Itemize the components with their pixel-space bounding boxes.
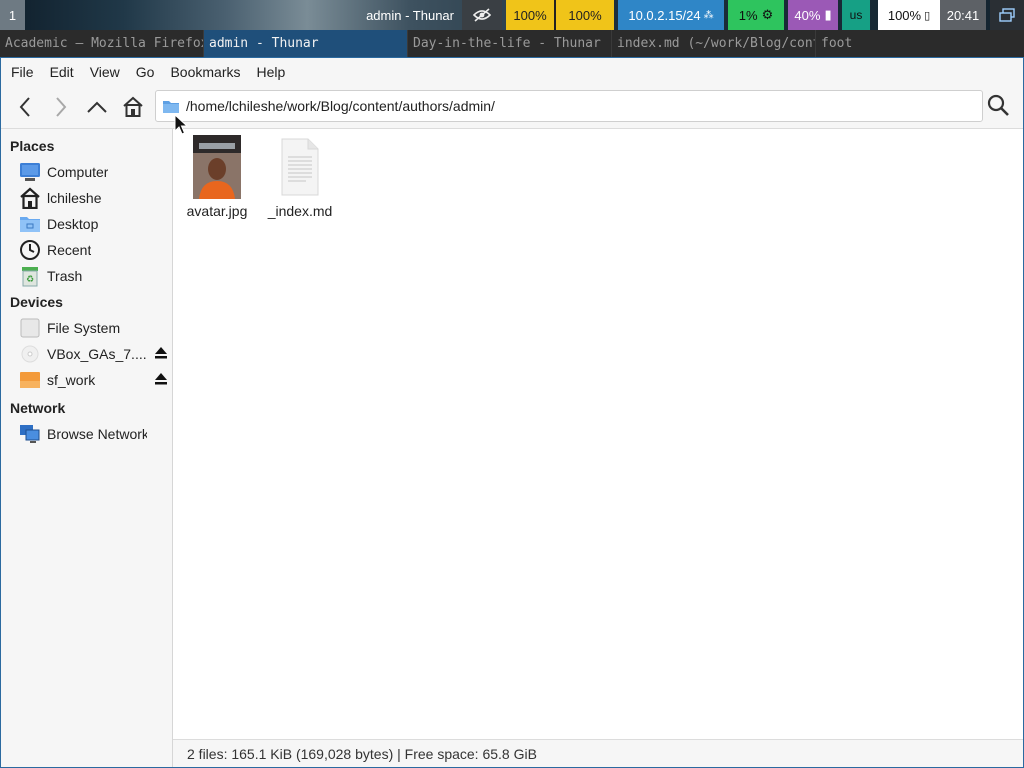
idle-inhibitor-icon[interactable] bbox=[462, 0, 502, 30]
sidebar-item-label: sf_work bbox=[47, 372, 96, 388]
window-switcher-icon[interactable] bbox=[990, 0, 1024, 30]
keyboard-layout-module[interactable]: us bbox=[842, 0, 870, 30]
back-button[interactable] bbox=[7, 89, 43, 125]
cpu-chip-icon: ⚙ bbox=[761, 7, 774, 22]
sidebar-item-label: Trash bbox=[47, 268, 83, 284]
file-view[interactable]: avatar.jpg _index.md bbox=[173, 129, 1023, 767]
status-line: 2 files: 165.1 KiB (169,028 bytes) | Fre… bbox=[173, 739, 1023, 767]
forward-arrow-icon bbox=[54, 96, 68, 118]
window-tab-thunar-admin[interactable]: admin - Thunar bbox=[204, 30, 408, 57]
memory-module[interactable]: 40% ▮ bbox=[788, 0, 838, 30]
memory-usage: 40% bbox=[794, 7, 821, 23]
file-item-avatar[interactable]: avatar.jpg bbox=[175, 135, 259, 219]
eject-icon[interactable] bbox=[154, 346, 168, 360]
home-button[interactable] bbox=[115, 89, 151, 125]
home-icon bbox=[122, 96, 144, 118]
sidebar-item-computer[interactable]: Computer bbox=[1, 159, 172, 185]
file-item-index-md[interactable]: _index.md bbox=[258, 135, 342, 219]
home-folder-icon bbox=[19, 187, 41, 209]
volume-module[interactable]: 100% bbox=[556, 0, 614, 30]
toolbar: /home/lchileshe/work/Blog/content/author… bbox=[1, 85, 1023, 129]
forward-button[interactable] bbox=[43, 89, 79, 125]
menu-help[interactable]: Help bbox=[249, 64, 294, 80]
up-button[interactable] bbox=[79, 89, 115, 125]
file-name: avatar.jpg bbox=[186, 203, 248, 219]
devices-heading: Devices bbox=[10, 294, 63, 310]
network-heading: Network bbox=[10, 400, 66, 416]
text-document-icon bbox=[276, 135, 324, 199]
sidebar-item-trash[interactable]: ♻ Trash bbox=[1, 263, 172, 289]
sidebar-item-label: Browse Network bbox=[47, 426, 147, 442]
workspace-indicator[interactable]: 1 bbox=[0, 0, 25, 30]
battery-level: 100% bbox=[887, 7, 922, 23]
sidebar: Places Computer lchileshe Desktop Recent… bbox=[1, 129, 173, 767]
menu-file[interactable]: File bbox=[3, 64, 42, 80]
window-tab-thunar-day-in-the-life[interactable]: Day-in-the-life - Thunar bbox=[408, 30, 612, 57]
content-area: Places Computer lchileshe Desktop Recent… bbox=[1, 129, 1023, 767]
folder-icon bbox=[156, 98, 186, 114]
back-arrow-icon bbox=[18, 96, 32, 118]
sidebar-item-sf-work[interactable]: sf_work bbox=[1, 367, 172, 393]
ethernet-icon: ⁂ bbox=[703, 9, 714, 21]
sidebar-item-label: File System bbox=[47, 320, 121, 336]
file-name: _index.md bbox=[267, 203, 333, 219]
menu-view[interactable]: View bbox=[82, 64, 128, 80]
cpu-module[interactable]: 1% ⚙ bbox=[728, 0, 784, 30]
mouse-pointer-icon bbox=[174, 113, 189, 136]
cpu-usage: 1% bbox=[738, 7, 758, 23]
svg-text:♻: ♻ bbox=[26, 274, 34, 284]
sidebar-item-label: Recent bbox=[47, 242, 92, 258]
menu-bar: File Edit View Go Bookmarks Help bbox=[1, 58, 1023, 85]
focused-window-title: admin - Thunar bbox=[366, 7, 454, 23]
sidebar-item-filesystem[interactable]: File System bbox=[1, 315, 172, 341]
battery-module[interactable]: 100% ▯ bbox=[878, 0, 940, 30]
sidebar-item-desktop[interactable]: Desktop bbox=[1, 211, 172, 237]
sidebar-item-home[interactable]: lchileshe bbox=[1, 185, 172, 211]
clock-module[interactable]: 20:41 bbox=[940, 0, 986, 30]
menu-edit[interactable]: Edit bbox=[42, 64, 82, 80]
memory-icon: ▮ bbox=[824, 7, 832, 22]
sidebar-item-browse-network[interactable]: Browse Network bbox=[1, 421, 172, 447]
shared-folder-icon bbox=[19, 369, 41, 391]
window-tab-editor[interactable]: index.md (~/work/Blog/content/authors/ad… bbox=[612, 30, 816, 57]
network-icon bbox=[19, 423, 41, 445]
search-button[interactable] bbox=[981, 89, 1015, 123]
search-icon bbox=[986, 93, 1010, 120]
image-thumbnail-icon bbox=[193, 135, 241, 199]
sidebar-item-label: Desktop bbox=[47, 216, 99, 232]
trash-icon: ♻ bbox=[19, 265, 41, 287]
location-bar[interactable]: /home/lchileshe/work/Blog/content/author… bbox=[155, 90, 983, 122]
network-address: 10.0.2.15/24 bbox=[628, 7, 701, 23]
eject-icon[interactable] bbox=[154, 372, 168, 386]
sidebar-item-label: lchileshe bbox=[47, 190, 102, 206]
sidebar-item-vbox-gas[interactable]: VBox_GAs_7.... bbox=[1, 341, 172, 367]
network-module[interactable]: 10.0.2.15/24 ⁂ bbox=[618, 0, 724, 30]
places-heading: Places bbox=[10, 138, 55, 154]
menu-bookmarks[interactable]: Bookmarks bbox=[162, 64, 248, 80]
recent-clock-icon bbox=[19, 239, 41, 261]
optical-disc-icon bbox=[19, 343, 41, 365]
system-status-bar: 1 admin - Thunar 100% 100% 10.0.2.15/24 ⁂… bbox=[0, 0, 1024, 30]
window-tab-bar: Academic — Mozilla Firefox admin - Thuna… bbox=[0, 30, 1024, 57]
desktop-folder-icon bbox=[19, 213, 41, 235]
menu-go[interactable]: Go bbox=[128, 64, 163, 80]
sidebar-item-label: Computer bbox=[47, 164, 109, 180]
thunar-window: File Edit View Go Bookmarks Help /home/l… bbox=[0, 57, 1024, 768]
battery-icon: ▯ bbox=[924, 9, 931, 22]
window-tab-foot[interactable]: foot bbox=[816, 30, 1024, 57]
brightness-module[interactable]: 100% bbox=[506, 0, 556, 30]
sidebar-item-label: VBox_GAs_7.... bbox=[47, 346, 147, 362]
parent-folder-icon bbox=[86, 100, 108, 114]
sidebar-item-recent[interactable]: Recent bbox=[1, 237, 172, 263]
location-path[interactable]: /home/lchileshe/work/Blog/content/author… bbox=[186, 98, 495, 114]
window-tab-firefox[interactable]: Academic — Mozilla Firefox bbox=[0, 30, 204, 57]
drive-icon bbox=[19, 317, 41, 339]
computer-icon bbox=[19, 161, 41, 183]
